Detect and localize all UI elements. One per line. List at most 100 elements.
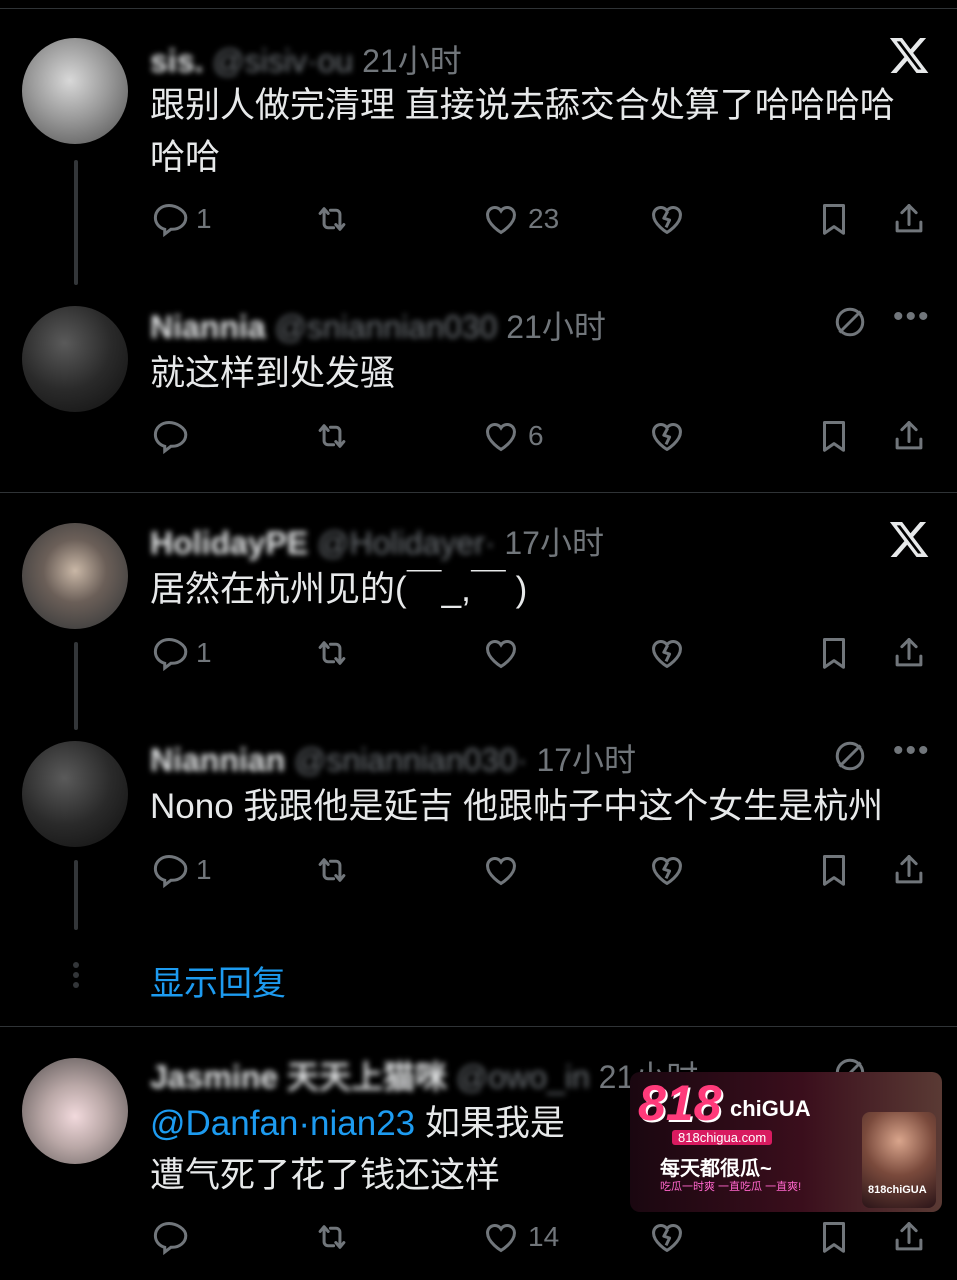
like-button[interactable]: 23: [482, 200, 559, 238]
reply-icon: [150, 851, 188, 889]
tweet-line: 就这样到处发骚: [150, 354, 396, 393]
tweet-header: sis. @sisiv·ou 21小时: [150, 36, 462, 82]
dislike-button[interactable]: [648, 200, 686, 238]
handle[interactable]: @Holidayer·: [317, 525, 495, 561]
dislike-button[interactable]: [648, 634, 686, 672]
share-button[interactable]: [890, 634, 928, 672]
tweet-text: 跟别人做完清理 直接说去舔交合处算了哈哈哈哈 哈哈: [150, 80, 895, 184]
tweet-header: Niannian @sniannian030· 17小时: [150, 735, 636, 781]
ad-site: 818chigua.com: [672, 1130, 773, 1145]
display-name[interactable]: Niannia: [150, 309, 266, 345]
share-button[interactable]: [890, 851, 928, 889]
bookmark-button[interactable]: [815, 634, 853, 672]
reply-count: 1: [196, 637, 212, 668]
handle[interactable]: @sniannian030·: [294, 742, 528, 778]
dislike-icon: [648, 1218, 686, 1256]
share-button[interactable]: [890, 1218, 928, 1256]
tweet-text: 就这样到处发骚: [150, 348, 395, 400]
like-button[interactable]: 6: [482, 417, 544, 455]
timestamp[interactable]: 17小时: [504, 525, 604, 561]
tweet-text: 居然在杭州见的(￣_,￣ ): [150, 564, 527, 616]
separator: [0, 8, 957, 9]
bookmark-button[interactable]: [815, 417, 853, 455]
thread-line: [74, 160, 78, 285]
dislike-icon: [648, 634, 686, 672]
dislike-button[interactable]: [648, 851, 686, 889]
timestamp[interactable]: 21小时: [362, 43, 462, 79]
avatar[interactable]: [22, 741, 128, 847]
retweet-button[interactable]: [313, 1218, 351, 1256]
retweet-icon: [313, 851, 351, 889]
avatar[interactable]: [22, 306, 128, 412]
share-button[interactable]: [890, 200, 928, 238]
reply-icon: [150, 634, 188, 672]
dislike-icon: [648, 200, 686, 238]
display-name[interactable]: Jasmine 天天上猫咪: [150, 1059, 447, 1095]
bookmark-icon: [815, 200, 853, 238]
retweet-button[interactable]: [313, 417, 351, 455]
reply-icon: [150, 417, 188, 455]
show-replies-link[interactable]: 显示回复: [150, 956, 286, 1005]
like-icon: [482, 200, 520, 238]
share-icon: [890, 200, 928, 238]
handle[interactable]: @sisiv·ou: [212, 43, 353, 79]
retweet-button[interactable]: [313, 634, 351, 672]
handle[interactable]: @owo_in: [456, 1059, 590, 1095]
bookmark-button[interactable]: [815, 200, 853, 238]
share-icon: [890, 634, 928, 672]
more-icon[interactable]: •••: [893, 300, 931, 334]
x-logo-icon: [889, 522, 929, 558]
reply-button[interactable]: 1: [150, 200, 212, 238]
ad-logo-sub: chiGUA: [730, 1096, 811, 1121]
display-name[interactable]: HolidayPE: [150, 525, 308, 561]
no-entry-icon[interactable]: [832, 738, 868, 774]
retweet-button[interactable]: [313, 851, 351, 889]
avatar[interactable]: [22, 38, 128, 144]
ad-tagline: 吃瓜一时爽 一直吃瓜 一直爽!: [660, 1181, 802, 1193]
like-icon: [482, 634, 520, 672]
display-name[interactable]: Niannian: [150, 742, 285, 778]
bookmark-button[interactable]: [815, 1218, 853, 1256]
reply-button[interactable]: 1: [150, 634, 212, 672]
share-button[interactable]: [890, 417, 928, 455]
more-icon[interactable]: •••: [893, 734, 931, 768]
retweet-icon: [313, 417, 351, 455]
share-icon: [890, 1218, 928, 1256]
ad-badge: 818chiGUA: [868, 1184, 927, 1196]
reply-count: 1: [196, 203, 212, 234]
tweet-header: Jasmine 天天上猫咪 @owo_in 21小时: [150, 1052, 698, 1098]
timestamp[interactable]: 21小时: [506, 309, 606, 345]
like-button[interactable]: 14: [482, 1218, 559, 1256]
mention-link[interactable]: @Danfan·nian23: [150, 1104, 415, 1143]
thread-dots: [70, 958, 82, 992]
like-icon: [482, 417, 520, 455]
reply-button[interactable]: [150, 1218, 188, 1256]
retweet-button[interactable]: [313, 200, 351, 238]
bookmark-button[interactable]: [815, 851, 853, 889]
like-icon: [482, 1218, 520, 1256]
tweet-line: 哈哈: [150, 138, 221, 177]
timestamp[interactable]: 17小时: [536, 742, 636, 778]
like-button[interactable]: [482, 634, 520, 672]
reply-button[interactable]: 1: [150, 851, 212, 889]
like-button[interactable]: [482, 851, 520, 889]
thread-line: [74, 860, 78, 930]
tweet-line: 遭气死了花了钱还这样: [150, 1156, 501, 1195]
no-entry-icon[interactable]: [832, 304, 868, 340]
avatar[interactable]: [22, 523, 128, 629]
tweet-line: 如果我是: [424, 1104, 565, 1143]
ad-slogan: 每天都很瓜~: [660, 1158, 772, 1180]
reply-button[interactable]: [150, 417, 188, 455]
handle[interactable]: @sniannian030: [274, 309, 497, 345]
tweet-line: 跟别人做完清理 直接说去舔交合处算了哈哈哈哈: [150, 86, 895, 125]
ad-banner[interactable]: 818 chiGUA 818chigua.com 每天都很瓜~ 吃瓜一时爽 一直…: [630, 1072, 942, 1212]
tweet-header: HolidayPE @Holidayer· 17小时: [150, 518, 604, 564]
separator: [0, 492, 957, 493]
dislike-icon: [648, 417, 686, 455]
display-name[interactable]: sis.: [150, 43, 203, 79]
dislike-button[interactable]: [648, 1218, 686, 1256]
share-icon: [890, 851, 928, 889]
dislike-button[interactable]: [648, 417, 686, 455]
bookmark-icon: [815, 851, 853, 889]
avatar[interactable]: [22, 1058, 128, 1164]
